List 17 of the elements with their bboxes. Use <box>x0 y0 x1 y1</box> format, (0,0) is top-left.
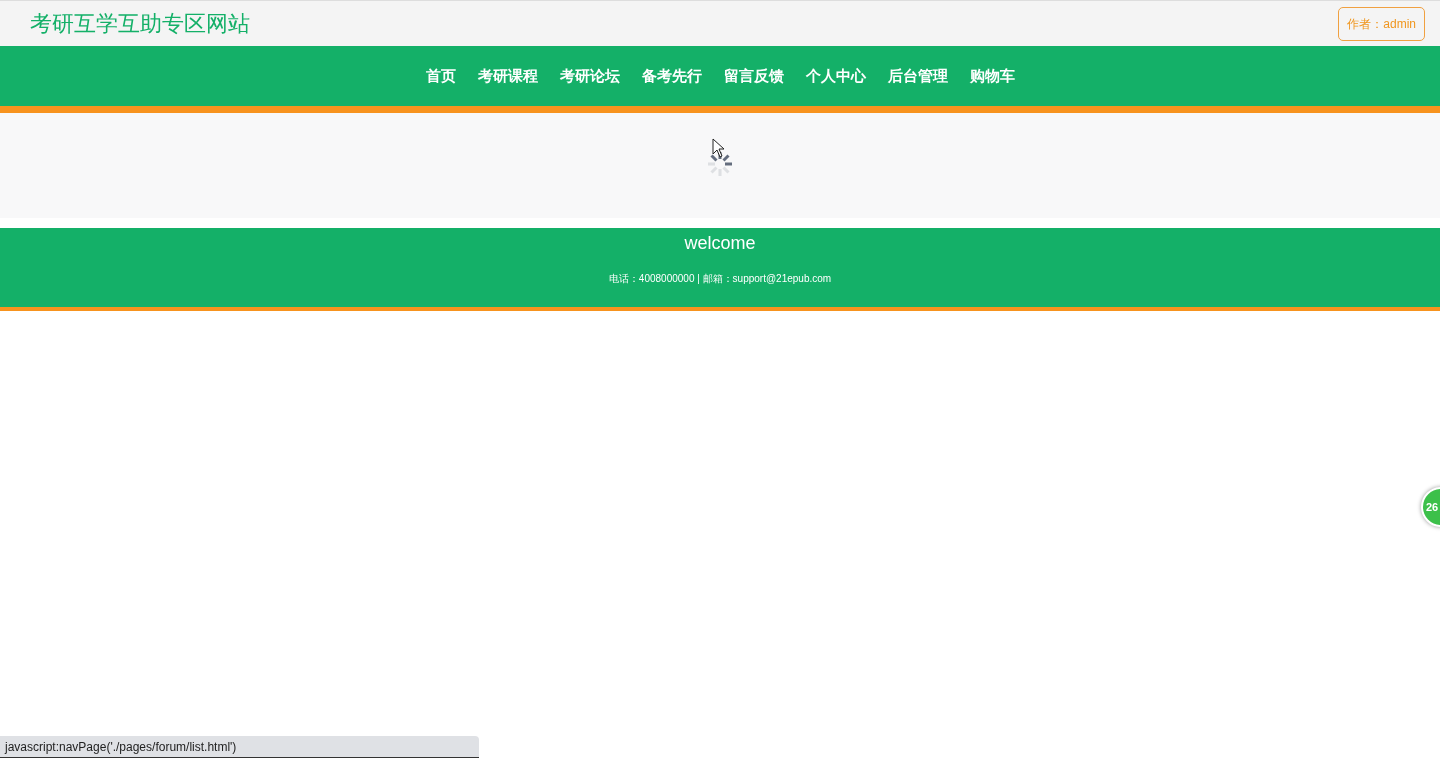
footer-contact: 电话：4008000000 | 邮箱：support@21epub.com <box>608 272 832 286</box>
footer-title: welcome <box>684 232 756 255</box>
author-badge: 作者：admin <box>1338 6 1425 41</box>
nav-link[interactable]: 备考先行 <box>641 64 702 88</box>
nav-link[interactable]: 个人中心 <box>805 64 866 88</box>
nav-link[interactable]: 考研论坛 <box>559 64 620 88</box>
status-url: javascript:navPage('./pages/forum/list.html') <box>5 738 237 756</box>
mouse-pointer-icon <box>712 138 726 158</box>
nav-link[interactable]: 考研课程 <box>477 64 538 88</box>
nav-link[interactable]: 购物车 <box>969 64 1015 88</box>
nav-link[interactable]: 首页 <box>425 64 456 88</box>
nav-link[interactable]: 后台管理 <box>887 64 948 88</box>
counter-text: 26 <box>1426 499 1439 515</box>
loading-spinner-icon <box>706 150 734 178</box>
floating-counter-badge[interactable]: 26 <box>1421 487 1440 527</box>
site-title: 考研互学互助专区网站 <box>30 10 250 38</box>
nav-link[interactable]: 留言反馈 <box>723 64 784 88</box>
